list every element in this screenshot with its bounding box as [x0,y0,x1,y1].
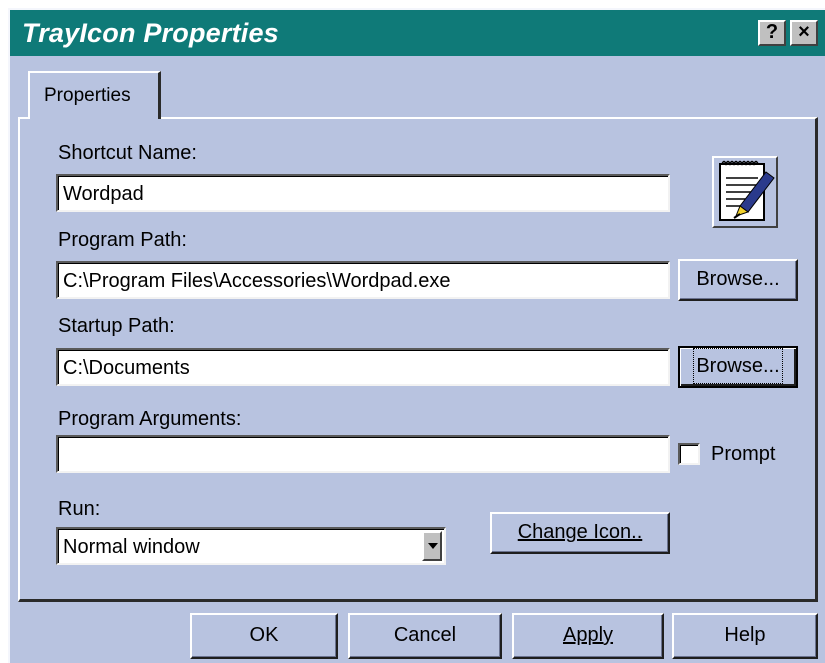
shortcut-name-input[interactable]: Wordpad [56,174,670,212]
tab-properties-label: Properties [44,85,131,106]
help-button[interactable]: Help [672,613,818,659]
run-label: Run: [58,498,101,520]
program-icon-preview [712,156,778,228]
startup-path-input[interactable]: C:\Documents [56,348,670,386]
program-path-input[interactable]: C:\Program Files\Accessories\Wordpad.exe [56,261,670,299]
help-title-button[interactable]: ? [758,20,786,46]
close-title-button[interactable]: × [790,20,818,46]
browse-startup-path-button[interactable]: Browse... [678,346,798,388]
properties-dialog: TrayIcon Properties ? × Properties Short… [8,8,825,663]
cancel-button[interactable]: Cancel [348,613,502,659]
startup-path-label: Startup Path: [58,315,175,337]
window-title: TrayIcon Properties [22,18,279,48]
tab-properties[interactable]: Properties [28,71,161,119]
title-bar[interactable]: TrayIcon Properties ? × [10,10,825,56]
browse-program-path-button[interactable]: Browse... [678,259,798,301]
shortcut-name-label: Shortcut Name: [58,142,197,164]
program-arguments-label: Program Arguments: [58,408,242,430]
change-icon-button[interactable]: Change Icon.. [490,512,670,554]
ok-button[interactable]: OK [190,613,338,659]
notepad-pen-icon [719,160,775,221]
change-icon-label: Change Icon.. [517,521,643,543]
run-select[interactable]: Normal window [56,527,446,565]
apply-button[interactable]: Apply [512,613,664,659]
chevron-down-icon[interactable] [422,531,442,561]
browse-startup-path-label: Browse... [693,348,783,384]
prompt-checkbox[interactable] [678,443,700,465]
program-path-label: Program Path: [58,229,187,251]
apply-button-label: Apply [562,624,614,646]
prompt-label: Prompt [711,443,776,465]
run-select-value: Normal window [63,536,200,558]
program-arguments-input[interactable] [56,435,670,473]
